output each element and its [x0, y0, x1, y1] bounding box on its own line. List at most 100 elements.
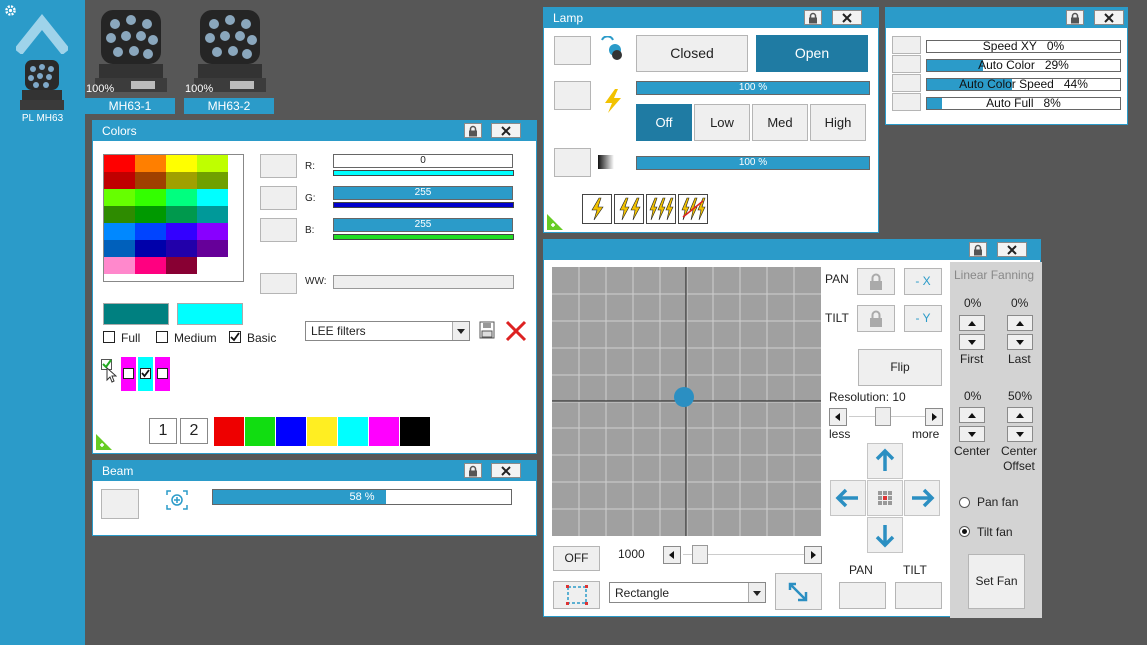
palette-color-cell[interactable]: [197, 240, 228, 257]
palette-color-cell[interactable]: [104, 155, 135, 172]
speed-more-button[interactable]: [804, 546, 822, 564]
palette-color-cell[interactable]: [104, 189, 135, 206]
palette-color-cell[interactable]: [104, 206, 135, 223]
resolution-slider-thumb[interactable]: [875, 407, 891, 426]
shape-preview-button[interactable]: [553, 581, 600, 609]
pan-fan-radio[interactable]: [959, 497, 970, 508]
close-icon[interactable]: [997, 242, 1027, 257]
move-up-button[interactable]: [867, 443, 903, 479]
channel-button[interactable]: [260, 154, 297, 178]
close-icon[interactable]: [491, 123, 521, 138]
channel-button[interactable]: [260, 186, 297, 210]
lock-icon[interactable]: [804, 10, 822, 25]
colors-titlebar[interactable]: Colors: [93, 121, 536, 141]
palette-color-cell[interactable]: [166, 206, 197, 223]
checkbox-medium[interactable]: [156, 331, 168, 343]
tilt-bottom-button[interactable]: [895, 582, 942, 609]
zoom-icon[interactable]: [165, 489, 189, 514]
channel-bar[interactable]: 0: [333, 154, 513, 168]
palette-color-cell[interactable]: [166, 240, 197, 257]
palette-color-cell[interactable]: [197, 257, 228, 274]
close-icon[interactable]: [1094, 10, 1124, 25]
center-up-button[interactable]: [959, 407, 985, 423]
color-palette-grid[interactable]: [103, 154, 244, 282]
closed-button[interactable]: Closed: [636, 35, 748, 72]
shape-select[interactable]: Rectangle: [609, 582, 766, 603]
palette-color-cell[interactable]: [104, 240, 135, 257]
collapse-up-icon[interactable]: [14, 12, 70, 57]
filter-select[interactable]: LEE filters: [305, 321, 470, 341]
dimmer-button[interactable]: [554, 148, 591, 177]
preset-color-swatch[interactable]: [338, 417, 368, 446]
position-handle[interactable]: [674, 387, 694, 407]
preset-color-swatch[interactable]: [307, 417, 337, 446]
auto-titlebar[interactable]: [886, 8, 1127, 28]
minus-x-button[interactable]: - X: [904, 268, 942, 295]
auto-row-bar[interactable]: Auto Full 8%: [926, 97, 1121, 110]
color-mix-strip[interactable]: [121, 357, 171, 391]
last-down-button[interactable]: [1007, 334, 1033, 350]
strobe-random-icon[interactable]: [678, 194, 708, 224]
chevron-down-icon[interactable]: [748, 583, 765, 602]
preset-number-1[interactable]: 1: [149, 418, 177, 444]
palette-color-cell[interactable]: [135, 189, 166, 206]
power-high-button[interactable]: High: [810, 104, 866, 141]
speed-slider-thumb[interactable]: [692, 545, 708, 564]
palette-color-cell[interactable]: [135, 172, 166, 189]
delete-icon[interactable]: [504, 320, 528, 345]
last-up-button[interactable]: [1007, 315, 1033, 331]
lamp-titlebar[interactable]: Lamp: [544, 8, 878, 28]
flip-button[interactable]: Flip: [858, 349, 942, 386]
palette-color-cell[interactable]: [197, 223, 228, 240]
speed-less-button[interactable]: [663, 546, 681, 564]
close-icon[interactable]: [832, 10, 862, 25]
move-right-button[interactable]: [904, 480, 940, 516]
auto-row-bar[interactable]: Auto Color Speed 44%: [926, 78, 1121, 91]
pan-bottom-button[interactable]: [839, 582, 886, 609]
center-button[interactable]: [867, 480, 903, 516]
palette-color-cell[interactable]: [135, 257, 166, 274]
auto-row-button[interactable]: [892, 36, 921, 54]
preset-color-swatch[interactable]: [245, 417, 275, 446]
palette-color-cell[interactable]: [104, 172, 135, 189]
preset-color-swatch[interactable]: [400, 417, 430, 446]
dimmer-bar[interactable]: 100 %: [636, 156, 870, 170]
close-icon[interactable]: [491, 463, 521, 478]
ww-bar[interactable]: [333, 275, 514, 289]
palette-color-cell[interactable]: [197, 206, 228, 223]
strobe-bar[interactable]: 100 %: [636, 81, 870, 95]
first-up-button[interactable]: [959, 315, 985, 331]
minus-y-button[interactable]: - Y: [904, 305, 942, 332]
resize-corner-icon[interactable]: [547, 214, 563, 233]
auto-row-button[interactable]: [892, 55, 921, 73]
position-titlebar[interactable]: [544, 240, 1040, 260]
checkbox-basic[interactable]: [229, 331, 241, 343]
power-med-button[interactable]: Med: [752, 104, 808, 141]
ww-button[interactable]: [260, 273, 297, 294]
palette-color-cell[interactable]: [197, 189, 228, 206]
auto-row-bar[interactable]: Auto Color 29%: [926, 59, 1121, 72]
pan-tilt-grid[interactable]: [552, 267, 821, 536]
palette-color-cell[interactable]: [135, 240, 166, 257]
lock-icon[interactable]: [464, 463, 482, 478]
palette-color-cell[interactable]: [166, 172, 197, 189]
checkbox-full[interactable]: [103, 331, 115, 343]
beam-bar[interactable]: 58 %: [212, 489, 512, 505]
auto-row-button[interactable]: [892, 74, 921, 92]
channel-bar[interactable]: 255: [333, 218, 513, 232]
preset-number-2[interactable]: 2: [180, 418, 208, 444]
beam-button[interactable]: [101, 489, 139, 519]
set-fan-button[interactable]: Set Fan: [968, 554, 1025, 609]
first-down-button[interactable]: [959, 334, 985, 350]
pan-lock-button[interactable]: [857, 268, 895, 295]
fixture-tile-2[interactable]: 100% MH63-2: [184, 0, 276, 115]
palette-color-cell[interactable]: [135, 206, 166, 223]
strobe-1-icon[interactable]: [582, 194, 612, 224]
lock-icon[interactable]: [464, 123, 482, 138]
tilt-lock-button[interactable]: [857, 305, 895, 332]
chevron-down-icon[interactable]: [452, 322, 469, 340]
lock-icon[interactable]: [969, 242, 987, 257]
power-off-button[interactable]: Off: [636, 104, 692, 141]
channel-bar[interactable]: 255: [333, 186, 513, 200]
palette-color-cell[interactable]: [135, 223, 166, 240]
